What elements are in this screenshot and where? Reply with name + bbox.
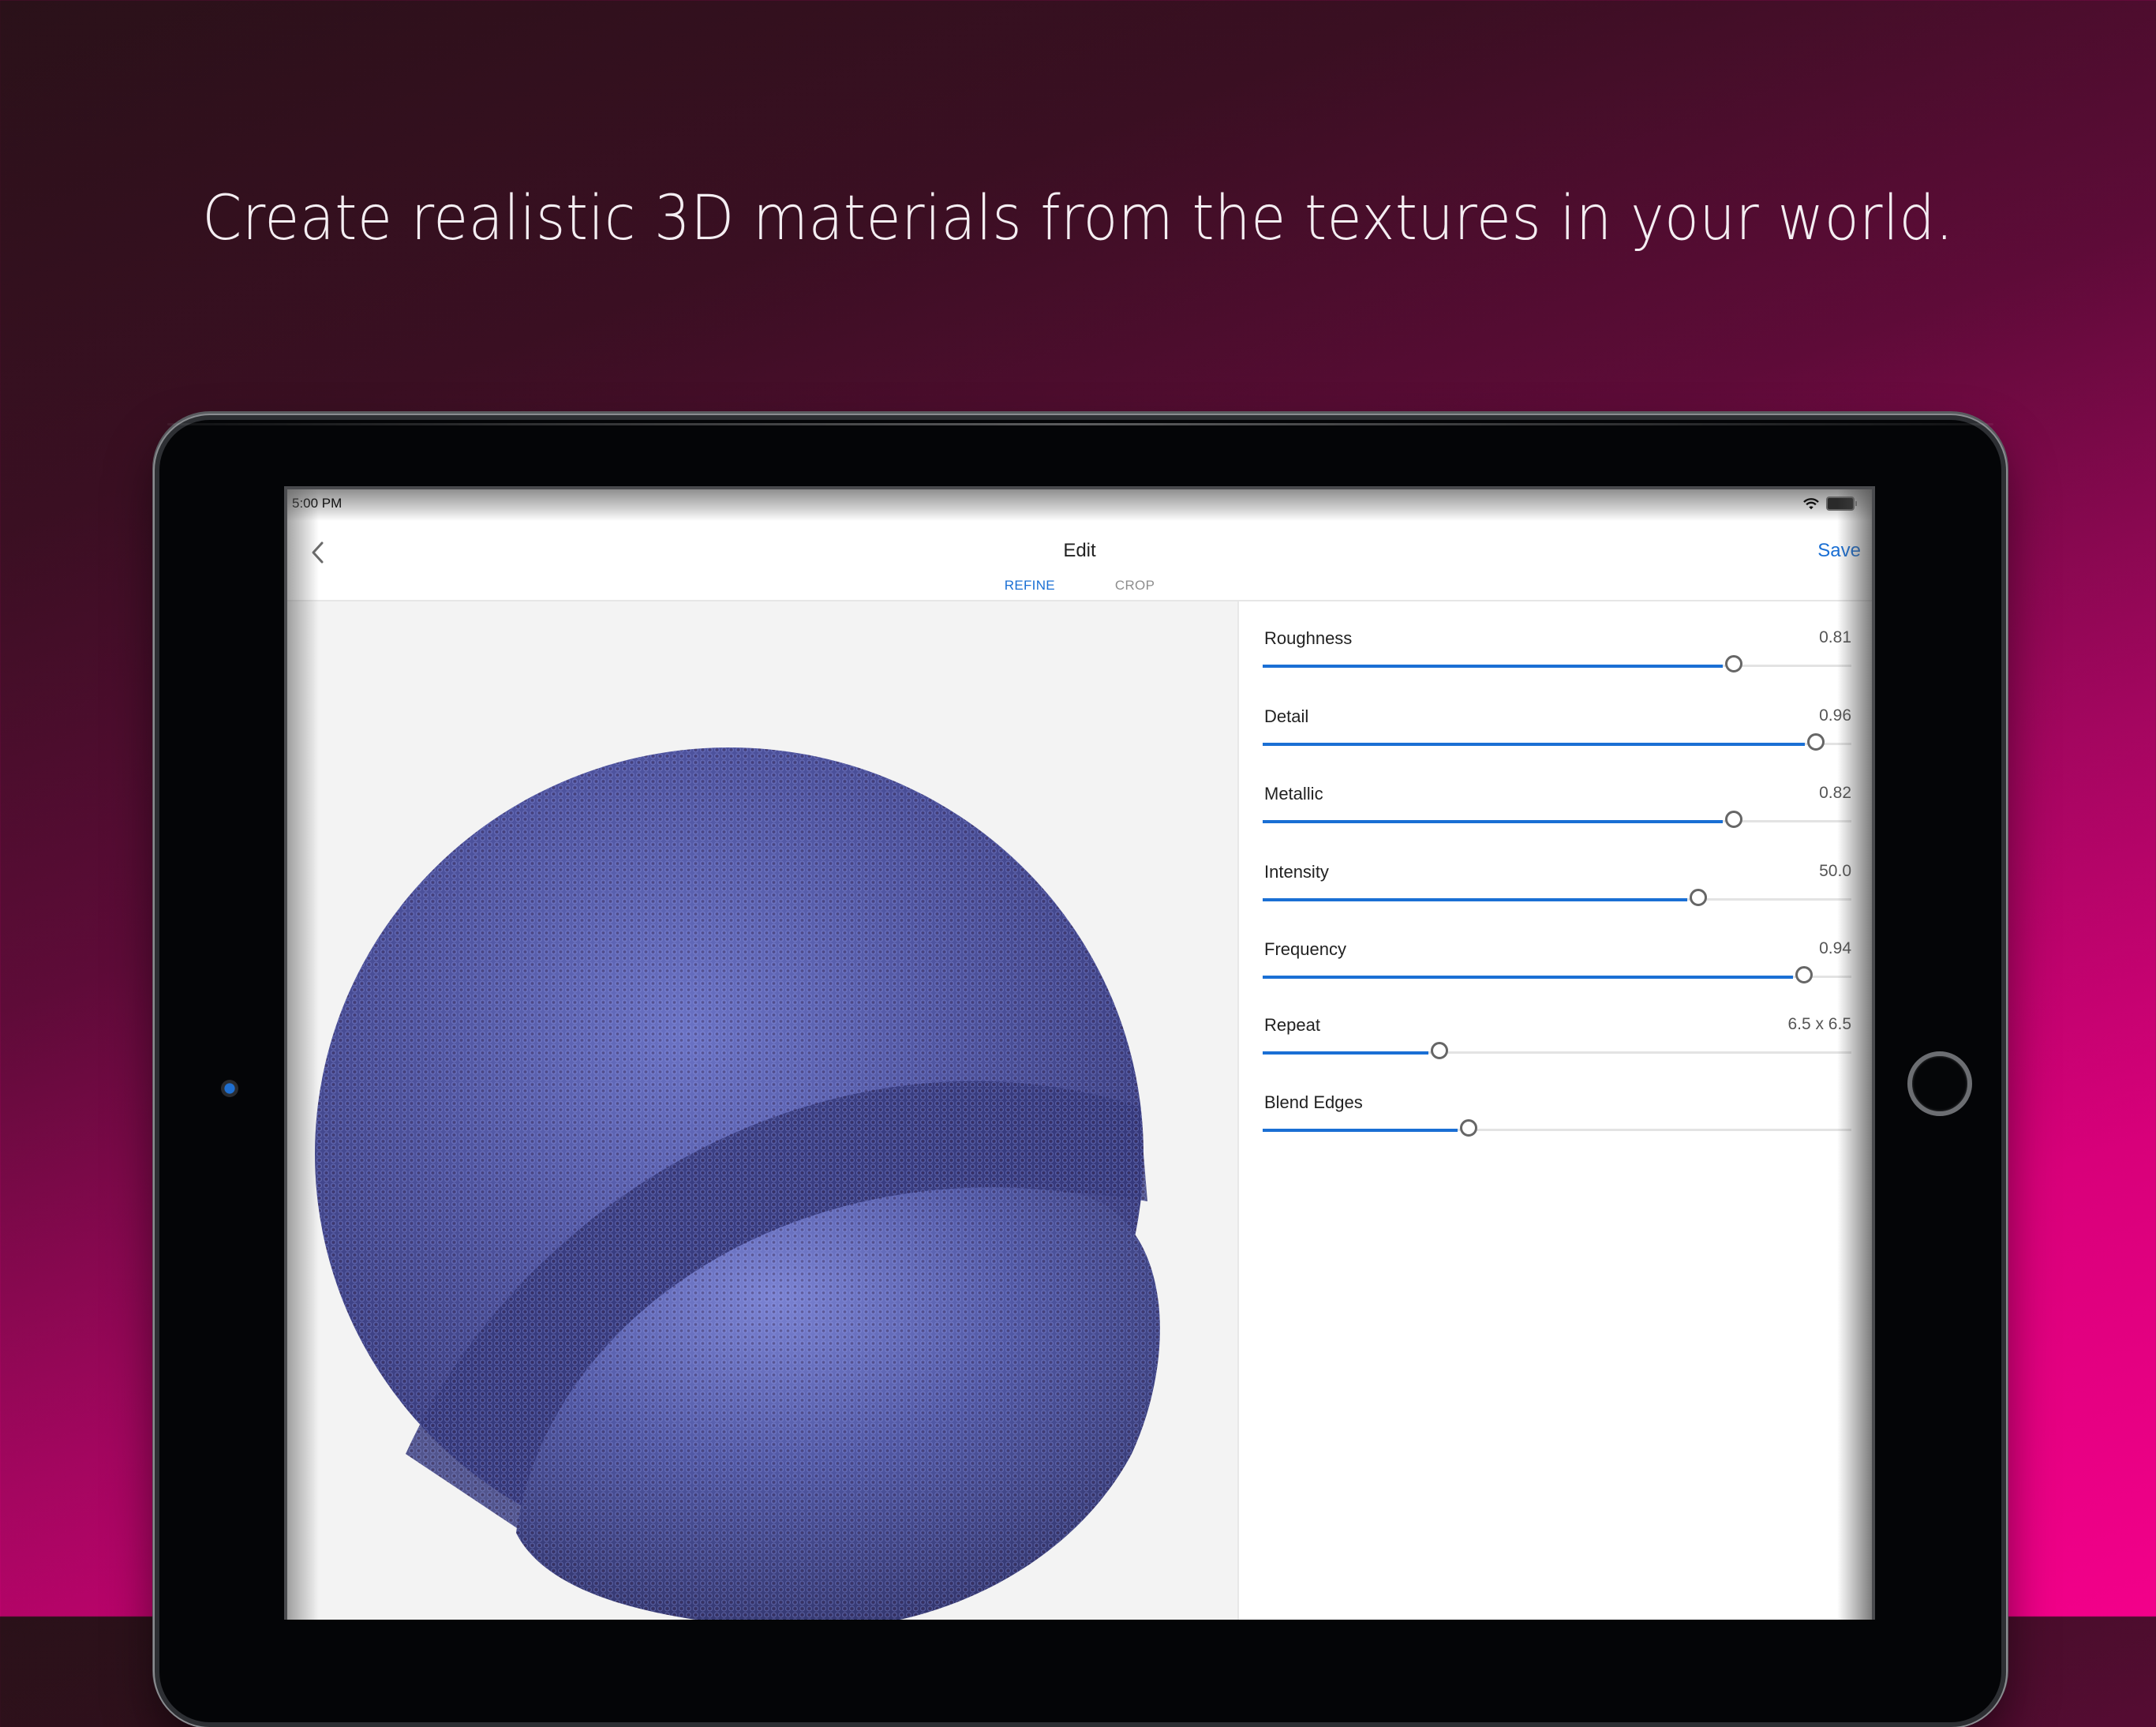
save-button[interactable]: Save xyxy=(1817,540,1861,562)
slider-fill xyxy=(1263,1051,1428,1055)
tab-crop[interactable]: CROP xyxy=(1104,578,1166,603)
sphere-material-preview[interactable] xyxy=(287,601,1237,1620)
slider-value: 0.94 xyxy=(1819,939,1851,957)
slider-thumb[interactable] xyxy=(1724,655,1742,672)
slider-roughness: Roughness 0.81 xyxy=(1263,628,1851,706)
marketing-headline: Create realistic 3D materials from the t… xyxy=(202,183,1954,254)
slider-thumb[interactable] xyxy=(1724,811,1742,828)
slider-value: 6.5 x 6.5 xyxy=(1787,1015,1851,1033)
slider-track[interactable] xyxy=(1263,1119,1851,1137)
slider-label: Repeat xyxy=(1264,1015,1320,1035)
slider-track[interactable] xyxy=(1263,966,1851,983)
slider-track[interactable] xyxy=(1263,889,1851,906)
slider-label: Intensity xyxy=(1264,862,1329,882)
slider-label: Detail xyxy=(1264,706,1309,726)
tab-bar: REFINE CROP xyxy=(287,578,1872,605)
slider-value: 50.0 xyxy=(1819,862,1851,880)
tab-refine[interactable]: REFINE xyxy=(993,578,1067,605)
slider-label: Metallic xyxy=(1264,784,1323,804)
slider-value: 0.96 xyxy=(1819,706,1851,725)
app-screen: 5:00 PM Edit Save REFINE CROP Roughness … xyxy=(284,486,1875,1620)
slider-track[interactable] xyxy=(1263,811,1851,828)
slider-track[interactable] xyxy=(1263,1042,1851,1059)
slider-thumb[interactable] xyxy=(1807,733,1825,751)
navigation-bar: Edit Save REFINE CROP xyxy=(287,521,1872,605)
slider-thumb[interactable] xyxy=(1795,966,1814,983)
home-button[interactable] xyxy=(1907,1051,1972,1116)
slider-frequency: Frequency 0.94 xyxy=(1263,939,1851,1017)
status-bar: 5:00 PM xyxy=(287,489,1872,521)
refine-panel: Roughness 0.81 Detail 0.96 Metallic 0.82 xyxy=(1239,601,1872,1620)
material-sphere xyxy=(315,747,1160,1620)
slider-value: 0.82 xyxy=(1819,784,1851,802)
slider-fill xyxy=(1263,819,1723,823)
slider-detail: Detail 0.96 xyxy=(1263,706,1851,784)
slider-label: Blend Edges xyxy=(1264,1092,1363,1112)
slider-repeat: Repeat 6.5 x 6.5 xyxy=(1263,1015,1851,1092)
slider-fill xyxy=(1263,742,1806,746)
slider-thumb[interactable] xyxy=(1430,1042,1448,1059)
slider-value: 0.81 xyxy=(1819,628,1851,646)
slider-fill xyxy=(1263,975,1794,979)
status-time: 5:00 PM xyxy=(292,496,342,511)
slider-metallic: Metallic 0.82 xyxy=(1263,784,1851,861)
wifi-icon xyxy=(1803,498,1819,510)
slider-thumb[interactable] xyxy=(1690,889,1708,906)
battery-icon xyxy=(1826,496,1857,511)
slider-label: Frequency xyxy=(1264,939,1346,959)
slider-thumb[interactable] xyxy=(1460,1119,1478,1137)
slider-track[interactable] xyxy=(1263,655,1851,672)
front-camera-icon xyxy=(221,1080,238,1097)
slider-fill xyxy=(1263,897,1688,901)
slider-blend-edges: Blend Edges xyxy=(1263,1092,1851,1170)
slider-label: Roughness xyxy=(1264,628,1353,648)
slider-fill xyxy=(1263,1128,1458,1132)
slider-track[interactable] xyxy=(1263,733,1851,751)
slider-fill xyxy=(1263,664,1723,668)
material-viewport[interactable] xyxy=(287,601,1239,1620)
slider-intensity: Intensity 50.0 xyxy=(1263,862,1851,939)
page-title: Edit xyxy=(1063,540,1096,561)
